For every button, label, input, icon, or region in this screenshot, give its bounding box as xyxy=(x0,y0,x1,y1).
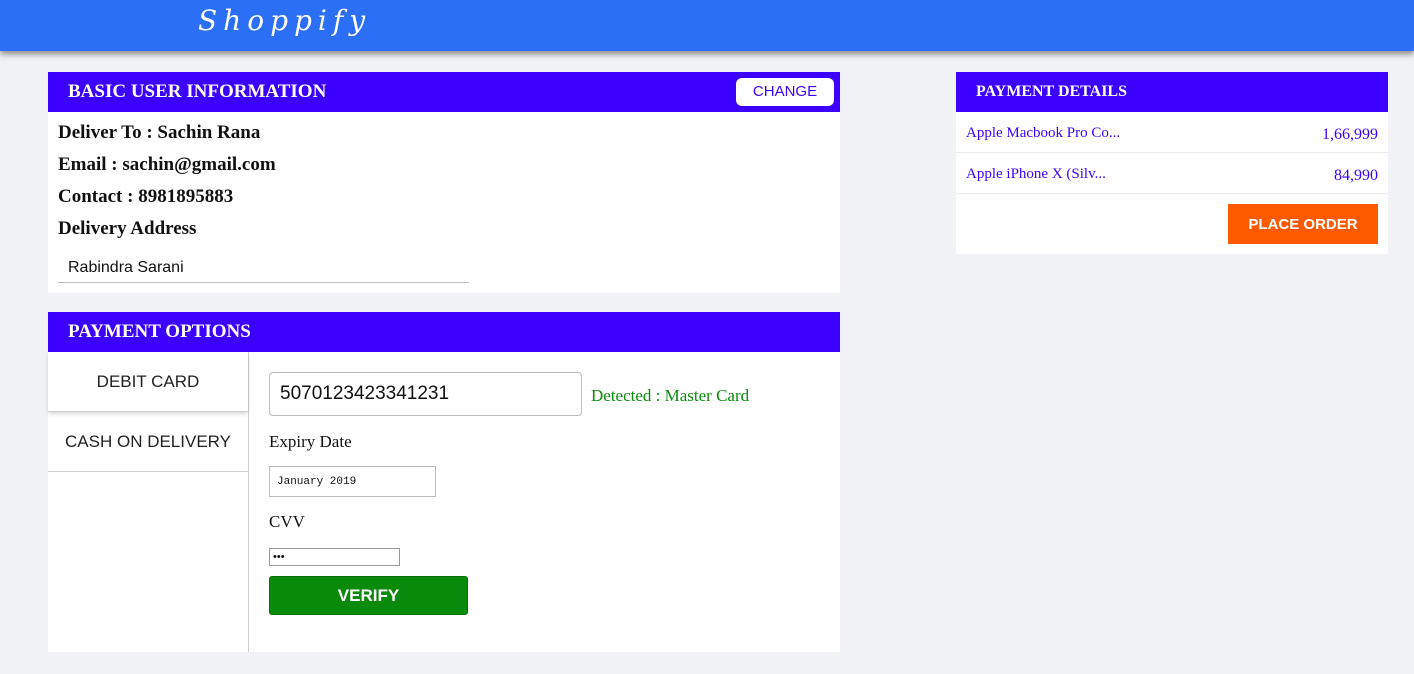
cvv-input[interactable] xyxy=(269,548,400,566)
panel-header: PAYMENT DETAILS xyxy=(956,72,1388,112)
panel-title: PAYMENT OPTIONS xyxy=(68,321,251,342)
order-item-row: Apple iPhone X (Silv... 84,990 xyxy=(956,153,1388,194)
tab-cash-on-delivery[interactable]: CASH ON DELIVERY xyxy=(48,412,248,472)
payment-details-panel: PAYMENT DETAILS Apple Macbook Pro Co... … xyxy=(956,72,1388,254)
basic-user-info-panel: BASIC USER INFORMATION CHANGE Deliver To… xyxy=(48,72,840,293)
item-price: 84,990 xyxy=(1334,167,1378,184)
contact-text: Contact : 8981895883 xyxy=(58,186,234,207)
panel-header: BASIC USER INFORMATION CHANGE xyxy=(48,72,840,112)
cvv-label: CVV xyxy=(269,512,305,531)
tab-debit-card[interactable]: DEBIT CARD xyxy=(48,352,248,412)
expiry-date-label: Expiry Date xyxy=(269,432,352,451)
card-number-input[interactable] xyxy=(269,372,582,416)
email-text: Email : sachin@gmail.com xyxy=(58,154,276,175)
payment-options-panel: PAYMENT OPTIONS DEBIT CARD CASH ON DELIV… xyxy=(48,312,840,652)
item-name-link[interactable]: Apple Macbook Pro Co... xyxy=(966,125,1120,142)
delivery-address-input[interactable] xyxy=(58,254,469,283)
panel-title: BASIC USER INFORMATION xyxy=(68,81,327,102)
item-price: 1,66,999 xyxy=(1322,126,1378,143)
card-type-detected: Detected : Master Card xyxy=(591,386,750,405)
payment-method-tabs: DEBIT CARD CASH ON DELIVERY xyxy=(48,352,249,652)
place-order-button[interactable]: PLACE ORDER xyxy=(1228,204,1378,244)
verify-button[interactable]: VERIFY xyxy=(269,576,468,615)
panel-title: PAYMENT DETAILS xyxy=(976,83,1127,100)
change-button[interactable]: CHANGE xyxy=(736,78,834,106)
deliver-to-text: Deliver To : Sachin Rana xyxy=(58,122,261,143)
brand-logo[interactable]: Shoppify xyxy=(198,4,371,37)
delivery-address-label: Delivery Address xyxy=(58,218,197,239)
item-name-link[interactable]: Apple iPhone X (Silv... xyxy=(966,166,1106,183)
top-navbar: Shoppify xyxy=(0,0,1414,51)
order-item-row: Apple Macbook Pro Co... 1,66,999 xyxy=(956,112,1388,153)
panel-header: PAYMENT OPTIONS xyxy=(48,312,840,352)
expiry-date-input[interactable] xyxy=(269,466,436,497)
